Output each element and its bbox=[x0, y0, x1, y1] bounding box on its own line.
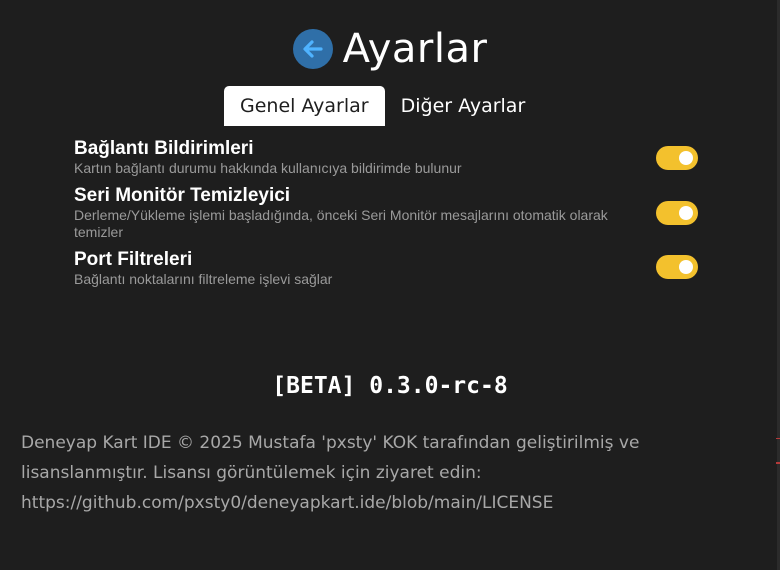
settings-tabs: Genel Ayarlar Diğer Ayarlar bbox=[224, 86, 541, 126]
setting-title: Bağlantı Bildirimleri bbox=[74, 138, 254, 159]
setting-description: Bağlantı noktalarını filtreleme işlevi s… bbox=[74, 271, 333, 287]
license-link[interactable]: https://github.com/pxsty0/deneyapkart.id… bbox=[21, 488, 721, 518]
setting-connection-notifications: Bağlantı Bildirimleri Kartın bağlantı du… bbox=[74, 138, 700, 177]
serial-monitor-cleaner-toggle[interactable] bbox=[656, 201, 698, 225]
setting-port-filters: Port Filtreleri Bağlantı noktalarını fil… bbox=[74, 249, 700, 288]
page-header: Ayarlar bbox=[0, 25, 780, 73]
tab-general-settings[interactable]: Genel Ayarlar bbox=[224, 86, 385, 126]
footer-copyright: Deneyap Kart IDE © 2025 Mustafa 'pxsty' … bbox=[21, 433, 640, 453]
settings-page: Ayarlar Genel Ayarlar Diğer Ayarlar Bağl… bbox=[0, 0, 780, 570]
arrow-left-icon bbox=[302, 40, 323, 58]
port-filters-toggle[interactable] bbox=[656, 255, 698, 279]
edge-marker bbox=[776, 438, 780, 439]
setting-title: Seri Monitör Temizleyici bbox=[74, 185, 291, 206]
footer-license-note: lisanslanmıştır. Lisansı görüntülemek iç… bbox=[21, 463, 482, 483]
toggle-knob bbox=[679, 260, 693, 274]
tab-other-settings[interactable]: Diğer Ayarlar bbox=[385, 86, 542, 126]
toggle-knob bbox=[679, 206, 693, 220]
page-title: Ayarlar bbox=[342, 26, 488, 72]
connection-notifications-toggle[interactable] bbox=[656, 146, 698, 170]
setting-description: Derleme/Yükleme işlemi başladığında, önc… bbox=[74, 207, 608, 240]
back-button[interactable] bbox=[292, 29, 333, 69]
license-footer: Deneyap Kart IDE © 2025 Mustafa 'pxsty' … bbox=[21, 428, 721, 518]
setting-title: Port Filtreleri bbox=[74, 249, 193, 270]
toggle-knob bbox=[679, 151, 693, 165]
edge-marker bbox=[776, 462, 780, 464]
setting-serial-monitor-cleaner: Seri Monitör Temizleyici Derleme/Yükleme… bbox=[74, 185, 700, 241]
version-label: [BETA] 0.3.0-rc-8 bbox=[272, 373, 508, 399]
settings-list: Bağlantı Bildirimleri Kartın bağlantı du… bbox=[74, 138, 700, 296]
setting-description: Kartın bağlantı durumu hakkında kullanıc… bbox=[74, 160, 462, 176]
